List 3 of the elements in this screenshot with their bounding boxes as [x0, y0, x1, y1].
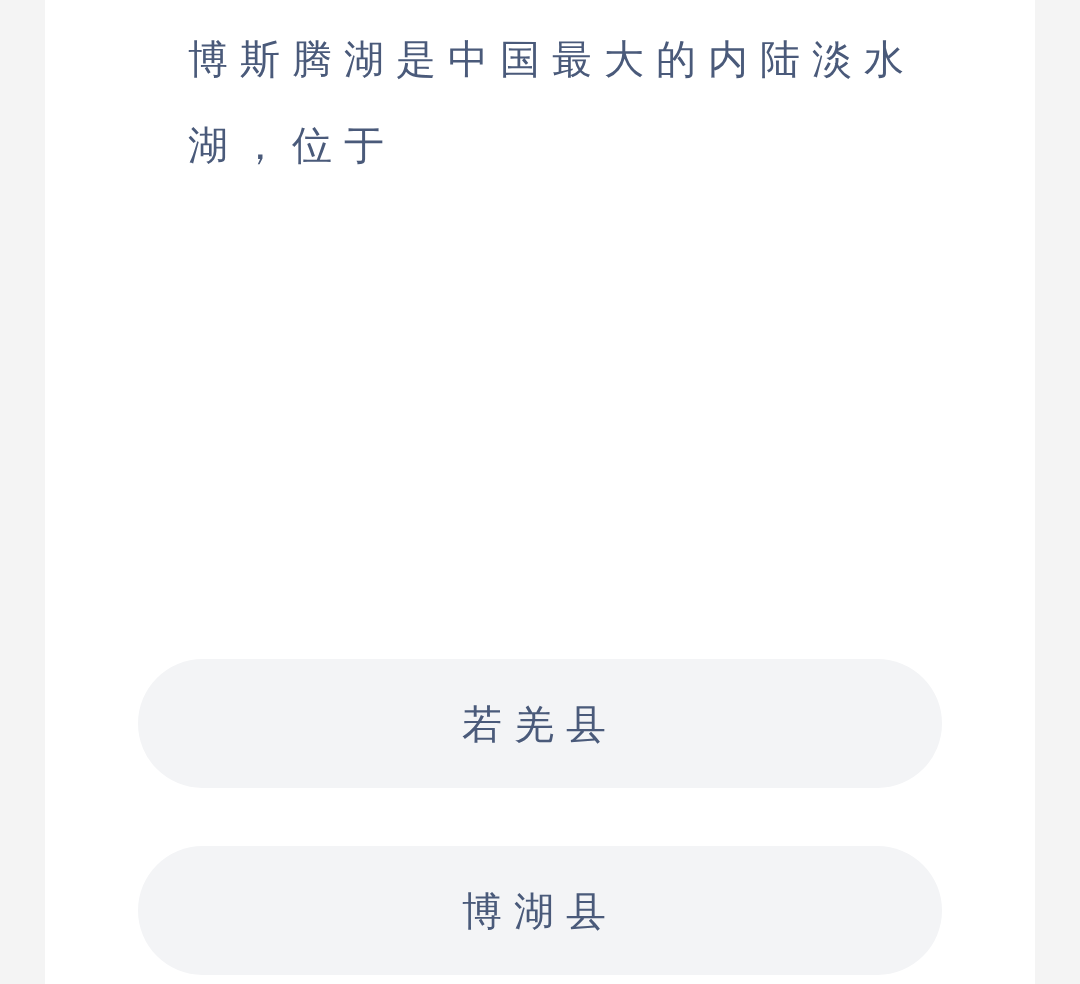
answer-option[interactable]: 若羌县 [138, 659, 942, 788]
answer-option[interactable]: 博湖县 [138, 846, 942, 975]
question-text: 博斯腾湖是中国最大的内陆淡水湖，位于 [188, 35, 917, 170]
